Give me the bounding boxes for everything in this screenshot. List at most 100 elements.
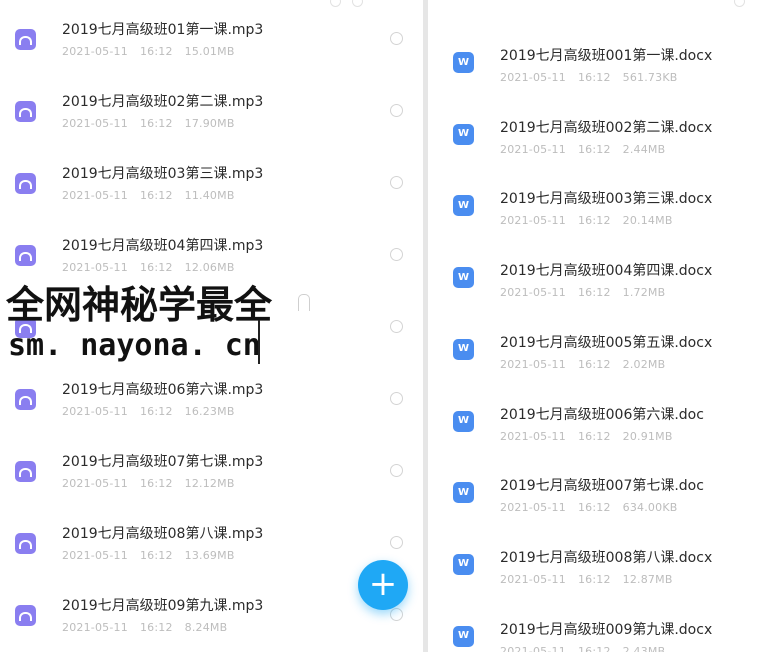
headphones-icon [15, 389, 36, 410]
file-time: 16:12 [577, 572, 611, 586]
file-time: 16:12 [139, 405, 173, 418]
headphones-icon [15, 29, 36, 50]
file-date: 2021-05-11 [500, 572, 566, 586]
file-row[interactable]: W 2019七月高级班003第三课.docx 2021-05-11 16:12 20.1… [428, 188, 766, 248]
file-row[interactable]: 2019七月高级班07第七课.mp3 2021-05-11 16:12 12.12MB [0, 451, 423, 511]
file-row[interactable]: W 2019七月高级班006第六课.doc 2021-05-11 16:12 20.91… [428, 404, 766, 464]
file-name: 2019七月高级班07第七课.mp3 [62, 454, 264, 470]
select-radio[interactable] [390, 176, 403, 189]
file-time: 16:12 [577, 142, 611, 156]
file-size: 17.90MB [184, 117, 235, 130]
file-time: 16:12 [139, 621, 173, 634]
file-meta: 2021-05-11 16:12 17.90MB [62, 117, 247, 130]
file-time: 16:12 [577, 644, 611, 652]
file-date: 2021-05-11 [500, 142, 566, 156]
file-meta: 2021-05-11 16:12 20.91MB [500, 430, 685, 443]
select-radio[interactable] [390, 320, 403, 333]
word-document-icon: W [453, 338, 474, 360]
word-document-icon: W [453, 123, 474, 145]
file-date: 2021-05-11 [500, 214, 566, 228]
file-meta: 2021-05-11 16:12 13.69MB [62, 549, 247, 562]
file-row[interactable]: 2019七月高级班09第九课.mp3 2021-05-11 16:12 8.24MB [0, 595, 423, 652]
file-name: 2019七月高级班004第四课.docx [500, 263, 713, 280]
file-time: 16:12 [139, 477, 173, 490]
file-meta: 2021-05-11 16:12 16.23MB [62, 405, 247, 418]
file-date: 2021-05-11 [62, 549, 128, 562]
word-document-icon: W [453, 410, 474, 432]
file-time: 16:12 [577, 214, 611, 228]
file-row[interactable]: 2019七月高级班02第二课.mp3 2021-05-11 16:12 17.90MB [0, 91, 423, 151]
file-time: 16:12 [139, 117, 173, 130]
file-meta: 2021-05-11 16:12 15.01MB [62, 45, 247, 58]
right-file-list: W 2019七月高级班001第一课.docx 2021-05-11 16:12 561.… [428, 0, 766, 652]
watermark-line-1: 全网神秘学最全 [6, 283, 273, 327]
add-button[interactable]: + [358, 560, 408, 610]
file-time: 16:12 [577, 286, 611, 300]
file-date: 2021-05-11 [62, 405, 128, 418]
top-dot-icon [330, 0, 341, 7]
file-name: 2019七月高级班008第八课.docx [500, 549, 713, 566]
file-row[interactable]: 2019七月高级班06第六课.mp3 2021-05-11 16:12 16.23MB [0, 379, 423, 439]
headphones-icon [15, 173, 36, 194]
file-row[interactable]: W 2019七月高级班002第二课.docx 2021-05-11 16:12 2.44… [428, 117, 766, 177]
file-size: 20.14MB [622, 214, 673, 228]
file-size: 8.24MB [184, 621, 228, 634]
file-date: 2021-05-11 [500, 286, 566, 300]
file-meta: 2021-05-11 16:12 561.73KB [500, 71, 690, 84]
file-time: 16:12 [139, 549, 173, 562]
file-row[interactable]: 2019七月高级班01第一课.mp3 2021-05-11 16:12 15.01MB [0, 19, 423, 79]
file-date: 2021-05-11 [500, 644, 566, 652]
file-name: 2019七月高级班09第九课.mp3 [62, 598, 264, 614]
file-row[interactable]: W 2019七月高级班004第四课.docx 2021-05-11 16:12 1.72… [428, 260, 766, 320]
watermark-line-2: sm. nayona. cn [8, 328, 261, 363]
file-row[interactable]: W 2019七月高级班009第九课.docx 2021-05-11 16:12 2.43… [428, 619, 766, 652]
file-time: 16:12 [577, 71, 611, 84]
file-size: 1.72MB [622, 286, 666, 300]
file-meta: 2021-05-11 16:12 12.87MB [500, 573, 685, 586]
headphones-icon [15, 245, 36, 266]
file-date: 2021-05-11 [62, 189, 128, 202]
file-size: 2.43MB [622, 644, 666, 652]
file-row[interactable]: 2019七月高级班03第三课.mp3 2021-05-11 16:12 11.40MB [0, 163, 423, 223]
file-time: 16:12 [139, 45, 173, 58]
file-row[interactable]: W 2019七月高级班001第一课.docx 2021-05-11 16:12 561.… [428, 45, 766, 105]
file-size: 561.73KB [622, 71, 678, 84]
file-name: 2019七月高级班006第六课.doc [500, 406, 704, 423]
file-date: 2021-05-11 [62, 477, 128, 490]
file-name: 2019七月高级班06第六课.mp3 [62, 382, 264, 398]
file-name: 2019七月高级班04第四课.mp3 [62, 238, 264, 254]
file-row[interactable]: W 2019七月高级班008第八课.docx 2021-05-11 16:12 12.8… [428, 547, 766, 607]
file-name: 2019七月高级班009第九课.docx [500, 621, 713, 638]
file-size: 15.01MB [184, 45, 235, 58]
headphones-icon [298, 294, 310, 311]
file-date: 2021-05-11 [500, 501, 566, 515]
file-row[interactable]: W 2019七月高级班007第七课.doc 2021-05-11 16:12 634.0… [428, 475, 766, 535]
select-radio[interactable] [390, 392, 403, 405]
select-radio[interactable] [390, 104, 403, 117]
file-size: 12.87MB [622, 572, 673, 586]
select-radio[interactable] [390, 536, 403, 549]
word-document-icon: W [453, 482, 474, 504]
select-radio[interactable] [390, 608, 403, 621]
file-meta: 2021-05-11 16:12 1.72MB [500, 286, 677, 299]
file-meta: 2021-05-11 16:12 2.44MB [500, 143, 677, 156]
select-radio[interactable] [390, 248, 403, 261]
file-name: 2019七月高级班005第五课.docx [500, 334, 713, 351]
file-time: 16:12 [139, 189, 173, 202]
file-name: 2019七月高级班02第二课.mp3 [62, 94, 264, 110]
file-row[interactable]: W 2019七月高级班005第五课.docx 2021-05-11 16:12 2.02… [428, 332, 766, 392]
watermark-overlay: 全网神秘学最全 sm. nayona. cn [0, 272, 306, 368]
file-meta: 2021-05-11 16:12 2.43MB [500, 645, 677, 652]
file-size: 13.69MB [184, 549, 235, 562]
select-radio[interactable] [390, 32, 403, 45]
file-meta: 2021-05-11 16:12 20.14MB [500, 214, 685, 227]
file-date: 2021-05-11 [500, 357, 566, 371]
file-name: 2019七月高级班001第一课.docx [500, 48, 713, 64]
file-name: 2019七月高级班003第三课.docx [500, 191, 713, 208]
select-radio[interactable] [390, 464, 403, 477]
top-dot-icon [734, 0, 745, 7]
headphones-icon [15, 533, 36, 554]
file-size: 20.91MB [622, 429, 673, 443]
file-name: 2019七月高级班08第八课.mp3 [62, 526, 264, 542]
file-name: 2019七月高级班007第七课.doc [500, 478, 704, 495]
